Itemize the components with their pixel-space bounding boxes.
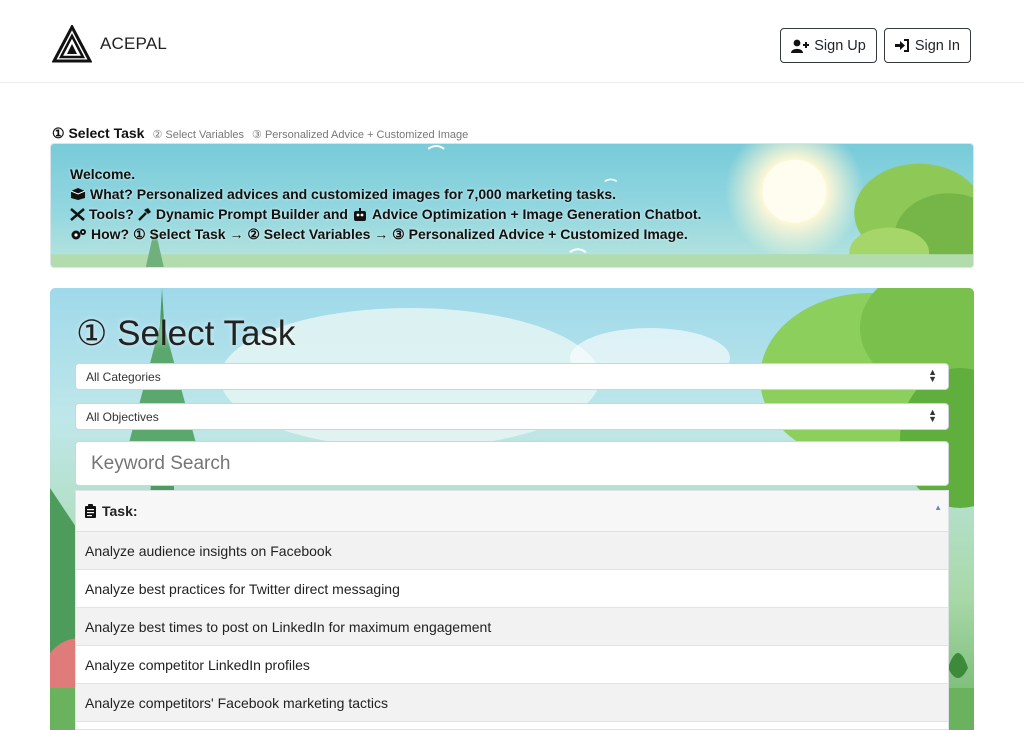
step-select-variables: ② Select Variables <box>152 129 245 141</box>
what-line: What? Personalized advices and customize… <box>70 184 701 204</box>
sign-in-icon <box>894 39 909 52</box>
how-text: ① Select Task → ② Select Variables → ③ P… <box>133 226 688 242</box>
category-select[interactable]: All Categories ▲ ▼ <box>75 363 949 390</box>
welcome-text: Welcome. What? Personalized advices and … <box>70 164 701 244</box>
select-task-panel: ① Select Task All Categories ▲ ▼ All Obje… <box>50 288 974 730</box>
tools-label: Tools? <box>89 206 134 222</box>
task-list-header-label: Task: <box>102 503 138 519</box>
task-rows: Analyze audience insights on Facebook An… <box>76 532 948 722</box>
tools-text-b: Advice Optimization + Image Generation C… <box>372 206 702 222</box>
how-label: How? <box>91 226 130 242</box>
sort-up-icon[interactable]: ▲ <box>934 503 942 512</box>
hammer-icon <box>137 207 151 221</box>
select-caret-icon: ▲ ▼ <box>928 367 937 384</box>
objective-select-value: All Objectives <box>86 409 159 424</box>
what-text: Personalized advices and customized imag… <box>136 186 617 202</box>
brand-name: ACEPAL <box>100 34 168 53</box>
task-row[interactable]: Analyze competitor LinkedIn profiles <box>76 646 948 684</box>
user-plus-icon <box>791 39 810 53</box>
step-select-task: ① Select Task <box>52 125 145 141</box>
box-icon <box>70 188 86 200</box>
task-list: Task: ▲ Analyze audience insights on Fac… <box>75 490 949 730</box>
step-personalized-advice: ③ Personalized Advice + Customized Image <box>252 129 469 141</box>
task-row[interactable]: Analyze audience insights on Facebook <box>76 532 948 570</box>
robot-icon <box>354 207 366 221</box>
sign-up-label: Sign Up <box>814 37 866 54</box>
welcome-line: Welcome. <box>70 164 701 184</box>
step-indicator: ① Select Task ② Select Variables ③ Perso… <box>52 125 468 142</box>
task-row[interactable]: Analyze competitors' Facebook marketing … <box>76 684 948 722</box>
panel-title: ① Select Task <box>76 314 296 353</box>
category-select-value: All Categories <box>86 369 161 384</box>
task-list-header[interactable]: Task: ▲ <box>76 491 948 532</box>
what-label: What? <box>90 186 133 202</box>
tools-line: Tools? Dynamic Prompt Builder and Advice… <box>70 204 701 224</box>
welcome-heading: Welcome. <box>70 166 136 182</box>
task-row[interactable]: Analyze best practices for Twitter direc… <box>76 570 948 608</box>
auth-buttons: Sign Up Sign In <box>780 28 971 63</box>
triangle-logo-icon <box>52 25 92 63</box>
tools-text-a: Dynamic Prompt Builder and <box>155 206 348 222</box>
how-line: How? ① Select Task → ② Select Variables … <box>70 224 701 244</box>
objective-select[interactable]: All Objectives ▲ ▼ <box>75 403 949 430</box>
sign-up-button[interactable]: Sign Up <box>780 28 877 63</box>
tools-icon <box>70 207 85 221</box>
keyword-search-input[interactable] <box>75 441 949 486</box>
welcome-banner: Welcome. What? Personalized advices and … <box>50 143 974 268</box>
sign-in-label: Sign In <box>914 37 960 54</box>
select-caret-icon: ▲ ▼ <box>928 407 937 424</box>
task-row[interactable]: Analyze best times to post on LinkedIn f… <box>76 608 948 646</box>
brand-link[interactable]: ACEPAL <box>52 25 167 63</box>
top-navbar: ACEPAL Sign Up Sign In <box>0 0 1024 83</box>
clipboard-icon <box>85 504 96 518</box>
sign-in-button[interactable]: Sign In <box>883 28 971 63</box>
gears-icon <box>71 228 86 239</box>
